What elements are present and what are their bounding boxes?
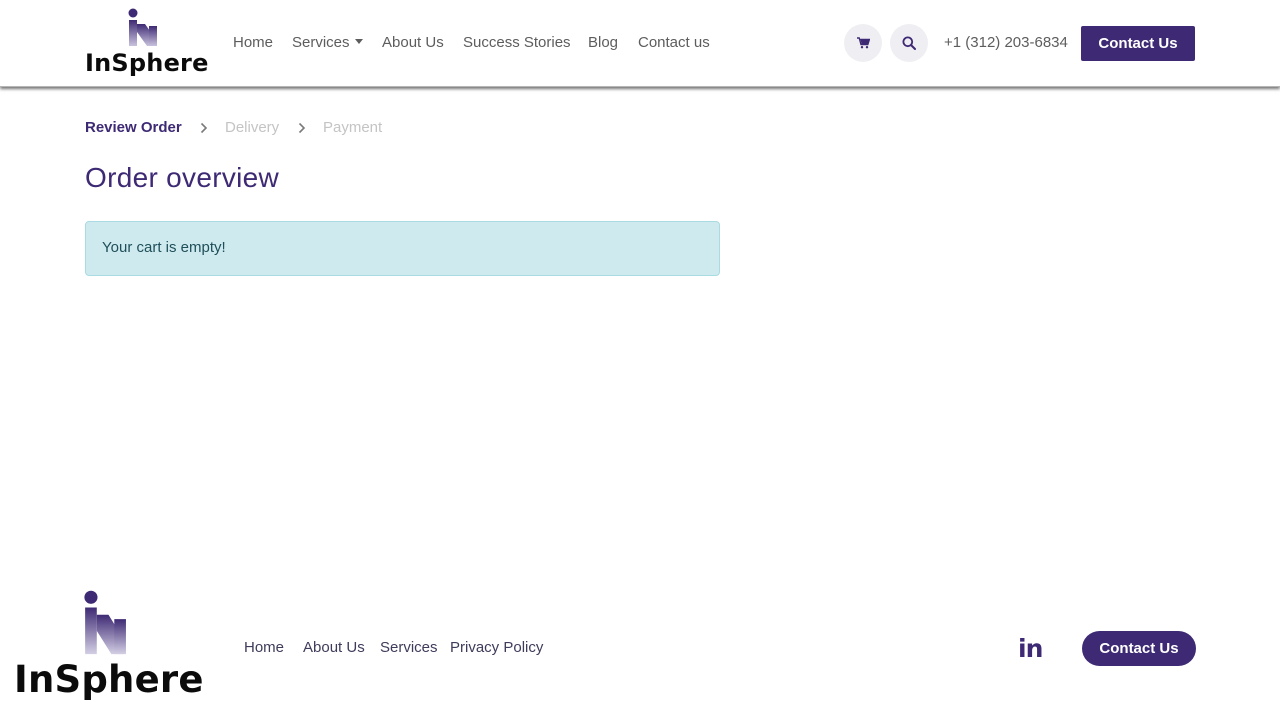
search-icon: [902, 36, 916, 50]
site-header: InSphere Home Services About Us Success …: [0, 0, 1280, 87]
linkedin-icon[interactable]: in: [1018, 636, 1043, 662]
nav-about-us[interactable]: About Us: [382, 34, 444, 51]
footer-link-home[interactable]: Home: [244, 639, 284, 656]
cart-button[interactable]: [844, 24, 882, 62]
phone-number[interactable]: +1 (312) 203-6834: [944, 34, 1068, 51]
caret-down-icon: [354, 39, 363, 44]
logo-wordmark: InSphere: [85, 49, 209, 77]
empty-cart-message: Your cart is empty!: [102, 239, 226, 256]
nav-success-stories[interactable]: Success Stories: [463, 34, 571, 51]
empty-cart-alert: Your cart is empty!: [85, 221, 720, 276]
footer-logo[interactable]: InSphere: [14, 590, 214, 710]
logo-mark-icon: [84, 590, 126, 655]
footer-link-services[interactable]: Services: [380, 639, 438, 656]
nav-contact-us[interactable]: Contact us: [638, 34, 710, 51]
step-payment: Payment: [323, 119, 383, 136]
search-button[interactable]: [890, 24, 928, 62]
footer-link-about-us[interactable]: About Us: [303, 639, 365, 656]
nav-services[interactable]: Services: [292, 34, 363, 51]
footer-logo-wordmark: InSphere: [14, 658, 204, 701]
page-title: Order overview: [85, 162, 280, 193]
step-delivery: Delivery: [225, 119, 280, 136]
nav-services-label: Services: [292, 34, 350, 51]
header-contact-us-button[interactable]: Contact Us: [1081, 26, 1195, 61]
footer-contact-us-button[interactable]: Contact Us: [1082, 631, 1196, 666]
nav-blog[interactable]: Blog: [588, 34, 618, 51]
shopping-cart-icon: [856, 37, 870, 49]
nav-home[interactable]: Home: [233, 34, 273, 51]
chevron-right-icon: [200, 122, 208, 134]
footer-link-privacy-policy[interactable]: Privacy Policy: [450, 639, 543, 656]
site-logo[interactable]: InSphere: [85, 6, 208, 78]
chevron-right-icon: [298, 122, 306, 134]
logo-mark-icon: [128, 8, 157, 46]
step-review-order[interactable]: Review Order: [85, 119, 182, 136]
